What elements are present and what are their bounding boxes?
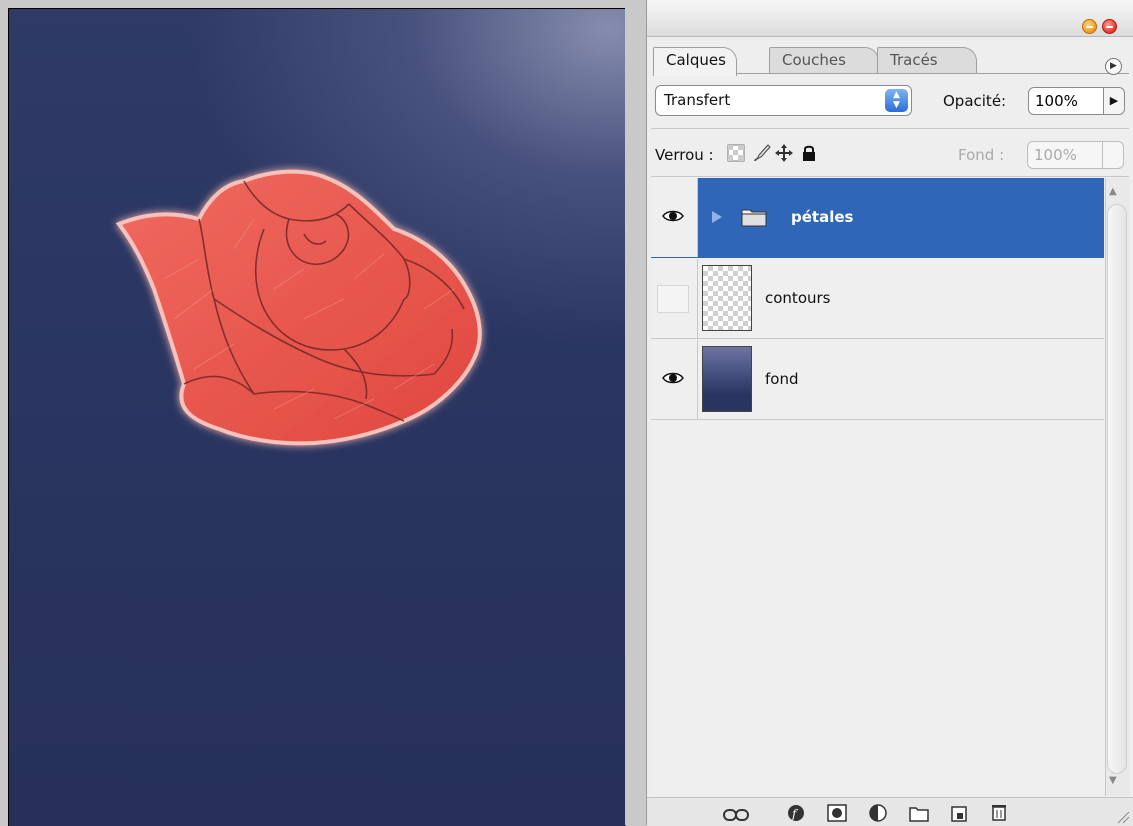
panel-menu-button[interactable]: ▶ xyxy=(1105,58,1122,75)
opacity-input[interactable]: 100% xyxy=(1028,87,1104,115)
scroll-up-icon[interactable]: ▲ xyxy=(1109,186,1117,197)
layer-row-fond[interactable]: fond xyxy=(651,340,1104,420)
layers-panel: Calques Couches Tracés ▶ Transfert ▲ ▼ Op… xyxy=(646,0,1133,826)
minimize-button[interactable] xyxy=(1082,19,1097,34)
blend-mode-select[interactable]: Transfert ▲ ▼ xyxy=(655,85,912,116)
fill-slider-button[interactable] xyxy=(1102,141,1124,169)
close-button[interactable] xyxy=(1102,19,1117,34)
new-layer-icon[interactable] xyxy=(949,805,969,823)
layer-row-contours[interactable]: contours xyxy=(651,259,1104,339)
layer-name[interactable]: pétales xyxy=(791,208,853,226)
updown-arrows-icon: ▲ ▼ xyxy=(885,89,908,112)
minus-icon xyxy=(1086,26,1093,28)
visibility-toggle[interactable] xyxy=(651,340,698,419)
tab-traces[interactable]: Tracés xyxy=(877,47,977,73)
panel-tabs: Calques Couches Tracés xyxy=(653,47,1133,76)
tab-couches[interactable]: Couches xyxy=(769,47,879,73)
layer-style-icon[interactable]: f xyxy=(787,804,807,822)
panel-title-bar[interactable] xyxy=(647,0,1133,37)
folder-icon xyxy=(741,209,767,227)
divider xyxy=(651,176,1129,177)
fill-input[interactable]: 100% xyxy=(1027,141,1103,169)
layers-toolbar xyxy=(647,797,1133,826)
divider xyxy=(651,128,1129,129)
hidden-eye-slot xyxy=(657,285,689,313)
visibility-toggle[interactable] xyxy=(651,178,698,257)
fill-label: Fond : xyxy=(958,146,1005,164)
layers-list: pétales contours fond xyxy=(651,178,1104,818)
lock-move-icon[interactable] xyxy=(774,143,794,163)
opacity-label: Opacité: xyxy=(943,92,1007,110)
resize-grip-icon[interactable] xyxy=(1114,808,1130,824)
eye-icon xyxy=(662,210,684,222)
blend-mode-value: Transfert xyxy=(664,91,731,109)
expand-triangle-icon[interactable] xyxy=(711,210,723,224)
document-canvas[interactable] xyxy=(8,8,626,826)
triangle-right-icon: ▶ xyxy=(1110,61,1117,71)
layer-name[interactable]: contours xyxy=(765,289,830,307)
eye-icon xyxy=(662,372,684,384)
lock-label: Verrou : xyxy=(655,146,714,164)
triangle-right-icon: ▶ xyxy=(1109,94,1119,107)
link-icon[interactable] xyxy=(723,808,749,822)
layer-name[interactable]: fond xyxy=(765,370,799,388)
tab-calques[interactable]: Calques xyxy=(653,47,737,76)
lock-transparent-icon[interactable] xyxy=(726,143,746,163)
scroll-down-icon[interactable]: ▼ xyxy=(1109,775,1117,786)
lock-paint-icon[interactable] xyxy=(751,143,771,163)
layer-mask-icon[interactable] xyxy=(827,804,847,822)
opacity-slider-button[interactable]: ▶ xyxy=(1103,87,1125,115)
adjustment-layer-icon[interactable] xyxy=(869,804,889,822)
visibility-toggle[interactable] xyxy=(651,259,698,338)
scroll-thumb[interactable] xyxy=(1107,204,1127,774)
panel-splitter[interactable] xyxy=(625,0,646,825)
layer-thumbnail xyxy=(702,346,752,412)
layer-thumbnail xyxy=(702,265,752,331)
trash-icon[interactable] xyxy=(989,803,1009,821)
rose-artwork xyxy=(115,169,482,446)
minus-icon xyxy=(1106,26,1113,28)
new-group-icon[interactable] xyxy=(909,805,929,823)
layer-row-petales[interactable]: pétales xyxy=(651,178,1104,258)
lock-all-icon[interactable] xyxy=(799,143,819,163)
